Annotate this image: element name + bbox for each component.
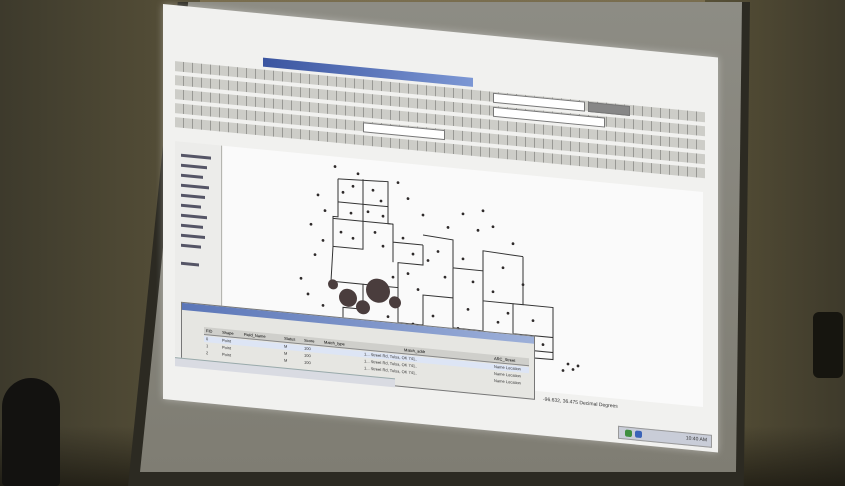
point-cluster[interactable] [389,296,401,309]
toc-layer[interactable] [181,173,203,179]
toc-layer[interactable] [181,243,201,249]
cell-status: M [284,350,288,356]
column-header[interactable]: ARC_Street [494,355,515,364]
column-header[interactable]: Match_addr [404,346,425,355]
cell-fid: 1 [206,343,209,349]
toc-layer[interactable] [181,213,207,220]
cell-shape: Point [222,351,232,358]
point-cluster[interactable] [356,300,370,315]
toc-layer[interactable] [181,193,205,200]
cell-status: M [284,343,288,349]
cell-score: 100 [304,359,311,366]
point-cluster[interactable] [328,279,338,290]
clock[interactable]: 10:40 AM [686,433,707,446]
column-header[interactable]: Status [284,335,295,343]
column-header[interactable]: Shape [222,329,234,337]
toc-layer[interactable] [181,261,199,267]
cell-status: M [284,357,288,363]
toc-layer[interactable] [181,233,205,240]
column-header[interactable]: Score [304,337,314,345]
point-cluster[interactable] [366,278,390,304]
column-header[interactable]: FID [206,327,212,335]
toc-layer[interactable] [181,163,207,170]
cell-score: 100 [304,352,311,359]
coordinate-readout: -96.632, 36.475 Decimal Degrees [543,396,618,410]
cell-fid: 2 [206,350,209,356]
projected-desktop: FID Shape Field_Name Status Score Match_… [163,4,718,453]
network-icon[interactable] [625,429,632,438]
column-header[interactable]: Match_type [324,339,345,348]
cell-shape: Point [222,344,232,351]
cell-arc-street: Name Location [494,377,521,386]
volume-icon[interactable] [635,430,642,439]
column-header[interactable]: Field_Name [244,331,266,340]
toc-layer[interactable] [181,183,209,190]
cell-shape: Point [222,337,232,344]
cell-score: 100 [304,345,311,352]
toc-layer[interactable] [181,223,203,229]
toc-layers[interactable] [181,153,211,160]
floor-fan [2,378,60,486]
toc-layer[interactable] [181,203,201,209]
cell-fid: 0 [206,336,209,342]
point-cluster[interactable] [339,288,357,308]
wall-speaker [813,312,843,378]
